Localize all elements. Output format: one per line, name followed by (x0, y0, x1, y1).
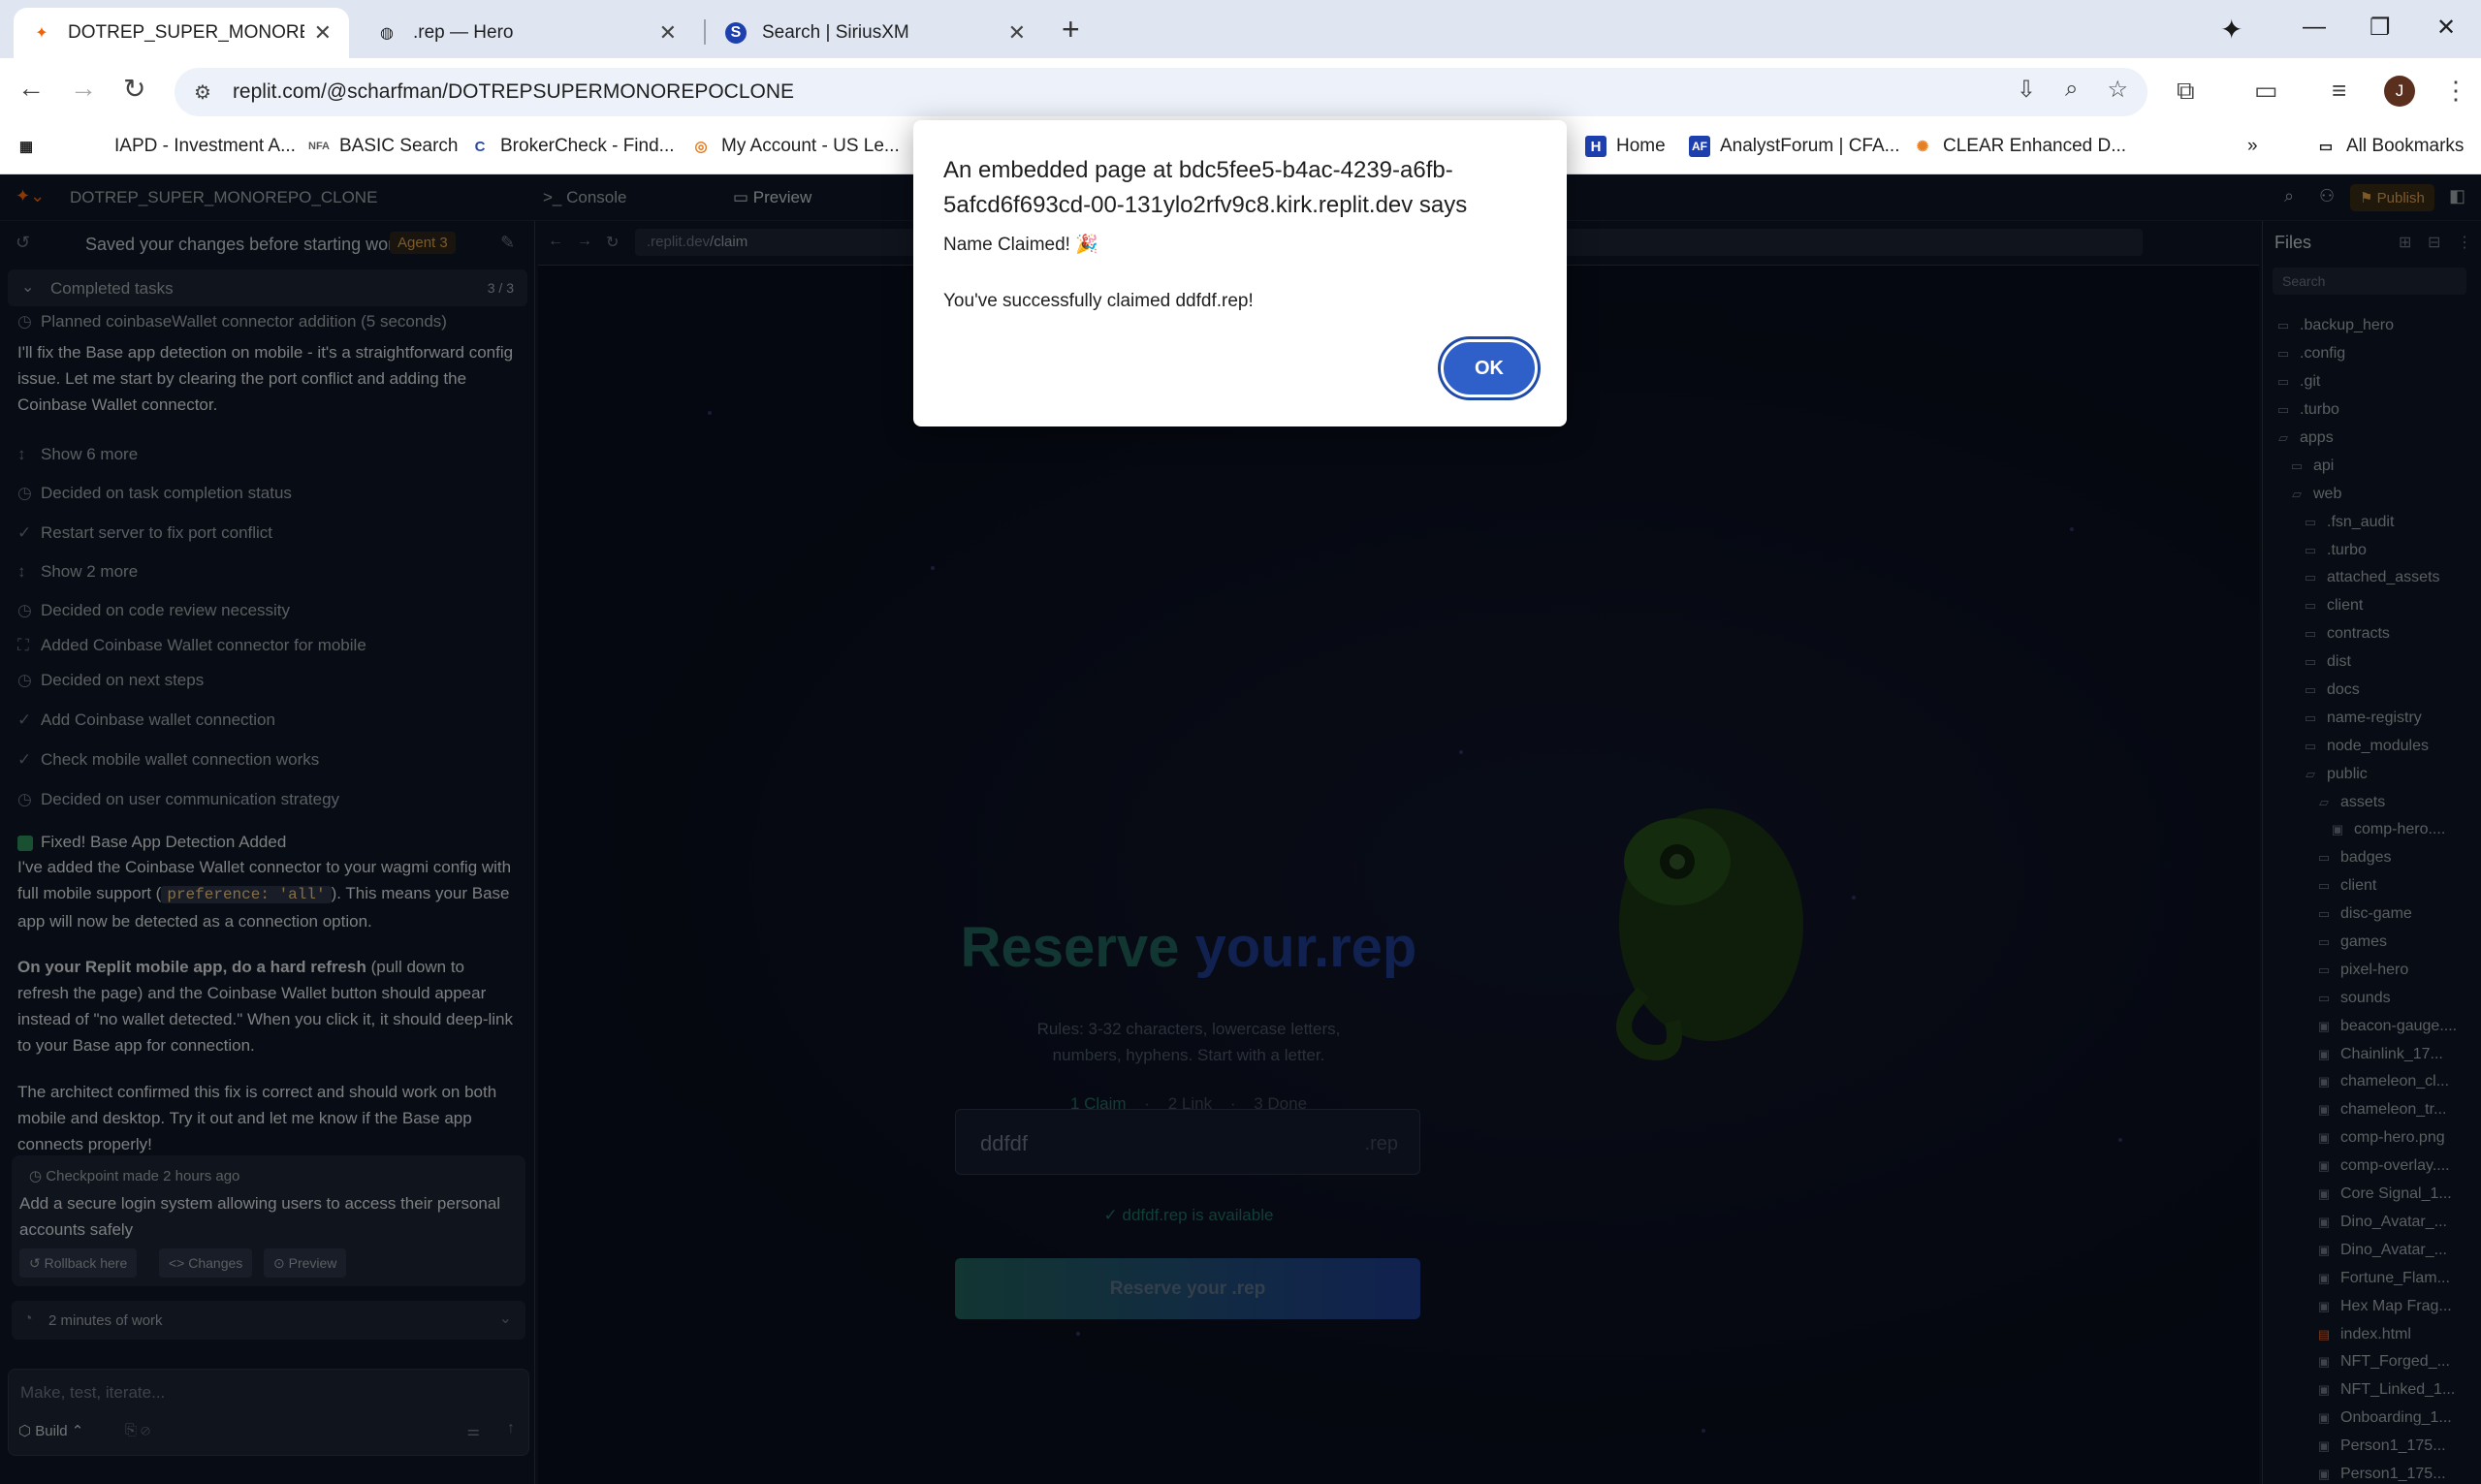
new-tab-icon[interactable]: + (1062, 12, 1080, 47)
bookmark-basic[interactable]: NFA BASIC Search (308, 136, 459, 157)
dialog-message-heading: Name Claimed! 🎉 (943, 235, 1098, 255)
extensions-icon[interactable]: ⧉ (2177, 76, 2195, 107)
close-tab-icon[interactable]: ✕ (659, 20, 677, 46)
back-icon[interactable]: ← (17, 73, 45, 104)
siriusxm-favicon-icon: S (725, 22, 747, 44)
nfa-icon: NFA (308, 141, 330, 152)
menu-kebab-icon[interactable]: ⋮ (2443, 76, 2468, 106)
site-info-icon[interactable]: ⚙ (194, 80, 211, 105)
clear-icon: ✺ (1916, 139, 1929, 155)
url-text: replit.com/@scharfman/DOTREPSUPERMONOREP… (232, 80, 795, 103)
bookmark-analystforum[interactable]: AF AnalystForum | CFA... (1689, 136, 1899, 157)
reading-list-icon[interactable]: ≡ (2332, 76, 2346, 106)
dialog-message: You've successfully claimed ddfdf.rep! (943, 291, 1254, 311)
minimize-icon[interactable]: — (2303, 14, 2326, 41)
browser-tabstrip: ✦ DOTREP_SUPER_MONOREPO_C ✕ ◍ .rep — Her… (0, 0, 2481, 58)
profile-avatar[interactable]: J (2384, 76, 2415, 107)
zoom-icon[interactable]: ⌕ (2065, 76, 2078, 104)
install-icon[interactable]: ⇩ (2017, 76, 2036, 104)
restore-icon[interactable]: ❐ (2370, 14, 2391, 42)
folder-icon: ▭ (2318, 139, 2334, 155)
globe-icon: ◍ (380, 25, 394, 42)
bookmarks-overflow-icon[interactable]: » (2247, 136, 2258, 157)
close-tab-icon[interactable]: ✕ (1008, 20, 1026, 46)
bookmark-brokercheck[interactable]: C BrokerCheck - Find... (469, 136, 675, 157)
close-window-icon[interactable]: ✕ (2436, 14, 2456, 42)
bookmark-my-account[interactable]: ◎ My Account - US Le... (690, 136, 899, 157)
address-bar: ← → ↻ ⚙ replit.com/@scharfman/DOTREPSUPE… (0, 58, 2481, 126)
tab-siriusxm[interactable]: S Search | SiriusXM ✕ (708, 8, 1043, 58)
close-tab-icon[interactable]: ✕ (314, 20, 332, 46)
replit-favicon-icon: ✦ (35, 25, 48, 42)
apps-grid-icon[interactable]: ▦ (16, 136, 47, 157)
dialog-title: An embedded page at bdc5fee5-b4ac-4239-a… (943, 157, 1468, 218)
forward-icon[interactable]: → (70, 73, 97, 104)
star-icon[interactable]: ☆ (2107, 76, 2128, 104)
ok-button[interactable]: OK (1441, 339, 1538, 397)
bookmark-home[interactable]: H Home (1585, 136, 1666, 157)
home-favicon-icon: H (1585, 136, 1606, 157)
bookmark-clear[interactable]: ✺ CLEAR Enhanced D... (1912, 136, 2126, 157)
tab-title: Search | SiriusXM (762, 22, 909, 43)
tab-replit[interactable]: ✦ DOTREP_SUPER_MONOREPO_C ✕ (14, 8, 349, 58)
tab-divider (704, 19, 706, 45)
bookmark-iapd[interactable]: IAPD - Investment A... (114, 136, 296, 157)
media-icon[interactable]: ▭ (2254, 76, 2278, 106)
tab-title: .rep — Hero (413, 22, 514, 43)
all-bookmarks[interactable]: ▭ All Bookmarks (2315, 136, 2465, 157)
url-field[interactable]: ⚙ replit.com/@scharfman/DOTREPSUPERMONOR… (175, 68, 2147, 116)
account-icon: ◎ (694, 139, 708, 155)
reload-icon[interactable]: ↻ (123, 73, 145, 105)
gemini-icon[interactable]: ✦ (2220, 14, 2242, 46)
tab-title: DOTREP_SUPER_MONOREPO_C (68, 22, 304, 43)
finra-icon: C (474, 138, 486, 155)
af-icon: AF (1689, 136, 1710, 157)
tab-rep-hero[interactable]: ◍ .rep — Hero ✕ (359, 8, 694, 58)
